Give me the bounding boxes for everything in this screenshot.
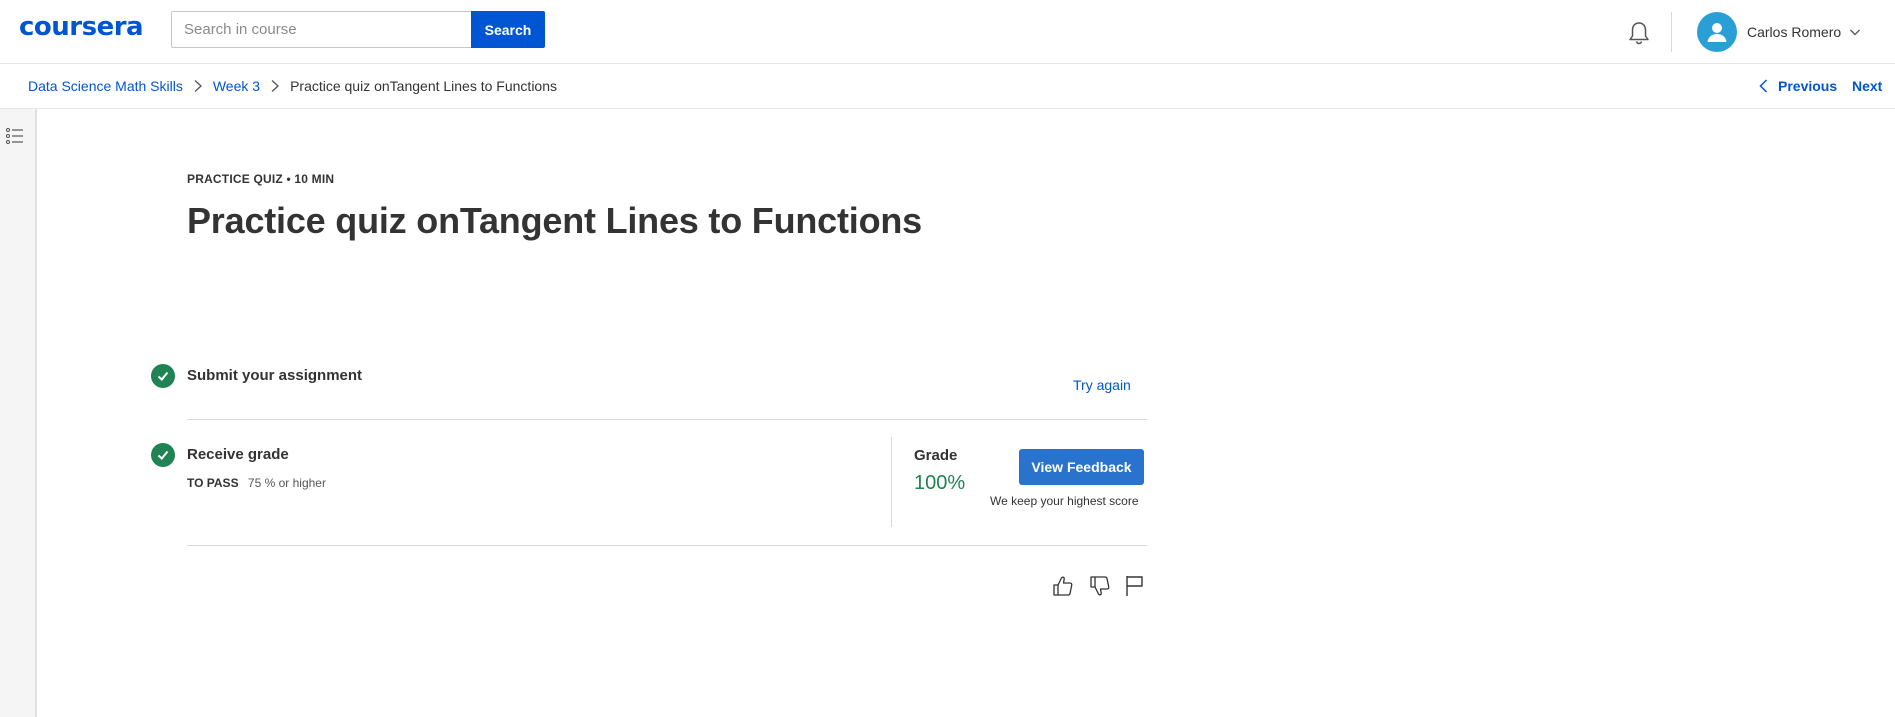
outline-list-icon[interactable] — [6, 127, 24, 145]
chevron-right-icon — [271, 80, 280, 92]
header-divider — [1671, 12, 1672, 52]
section-divider — [187, 419, 1147, 420]
passing-requirement: TO PASS 75 % or higher — [187, 476, 326, 490]
breadcrumb-bar: Data Science Math Skills Week 3 Practice… — [0, 64, 1895, 109]
to-pass-label: TO PASS — [187, 476, 239, 490]
breadcrumb-week[interactable]: Week 3 — [213, 78, 260, 94]
next-button[interactable]: Next — [1852, 78, 1895, 94]
check-circle-icon — [151, 443, 175, 467]
user-avatar-icon — [1697, 12, 1737, 52]
step-submit-label: Submit your assignment — [187, 367, 363, 384]
grade-value: 100% — [914, 472, 966, 494]
coursera-logo[interactable]: coursera — [19, 12, 144, 42]
breadcrumb-course[interactable]: Data Science Math Skills — [28, 78, 183, 94]
step-grade-status — [151, 443, 175, 467]
thumbs-down-icon[interactable] — [1088, 574, 1112, 598]
top-header: coursera Search Carlos Romero — [0, 0, 1895, 64]
search-input[interactable] — [171, 11, 471, 48]
view-feedback-button[interactable]: View Feedback — [1019, 449, 1144, 485]
highest-score-note: We keep your highest score — [990, 494, 1139, 508]
breadcrumb-current: Practice quiz onTangent Lines to Functio… — [290, 78, 557, 94]
bell-icon[interactable] — [1627, 20, 1651, 46]
try-again-link[interactable]: Try again — [1073, 377, 1131, 393]
chevron-right-icon — [194, 80, 202, 92]
thumbs-up-icon[interactable] — [1051, 574, 1075, 598]
chevron-left-icon — [1759, 79, 1768, 93]
left-sidebar-rail — [0, 109, 37, 717]
next-label: Next — [1852, 78, 1883, 94]
flag-icon[interactable] — [1123, 574, 1147, 598]
chevron-down-icon — [1850, 29, 1861, 36]
search-bar: Search — [171, 11, 545, 48]
item-type-label: PRACTICE QUIZ • 10 MIN — [187, 172, 335, 186]
check-circle-icon — [151, 364, 175, 388]
previous-label: Previous — [1778, 78, 1838, 94]
user-menu[interactable]: Carlos Romero — [1697, 12, 1861, 52]
page-title: Practice quiz onTangent Lines to Functio… — [187, 200, 922, 241]
section-divider — [187, 545, 1147, 546]
step-submit-status — [151, 364, 175, 388]
step-grade-label: Receive grade — [187, 446, 289, 463]
grade-divider — [891, 437, 892, 527]
user-name: Carlos Romero — [1747, 24, 1842, 40]
previous-button[interactable]: Previous — [1759, 78, 1837, 94]
grade-label: Grade — [914, 447, 958, 464]
breadcrumb: Data Science Math Skills Week 3 Practice… — [28, 78, 557, 94]
to-pass-value: 75 % or higher — [247, 476, 326, 490]
search-button[interactable]: Search — [471, 11, 545, 48]
